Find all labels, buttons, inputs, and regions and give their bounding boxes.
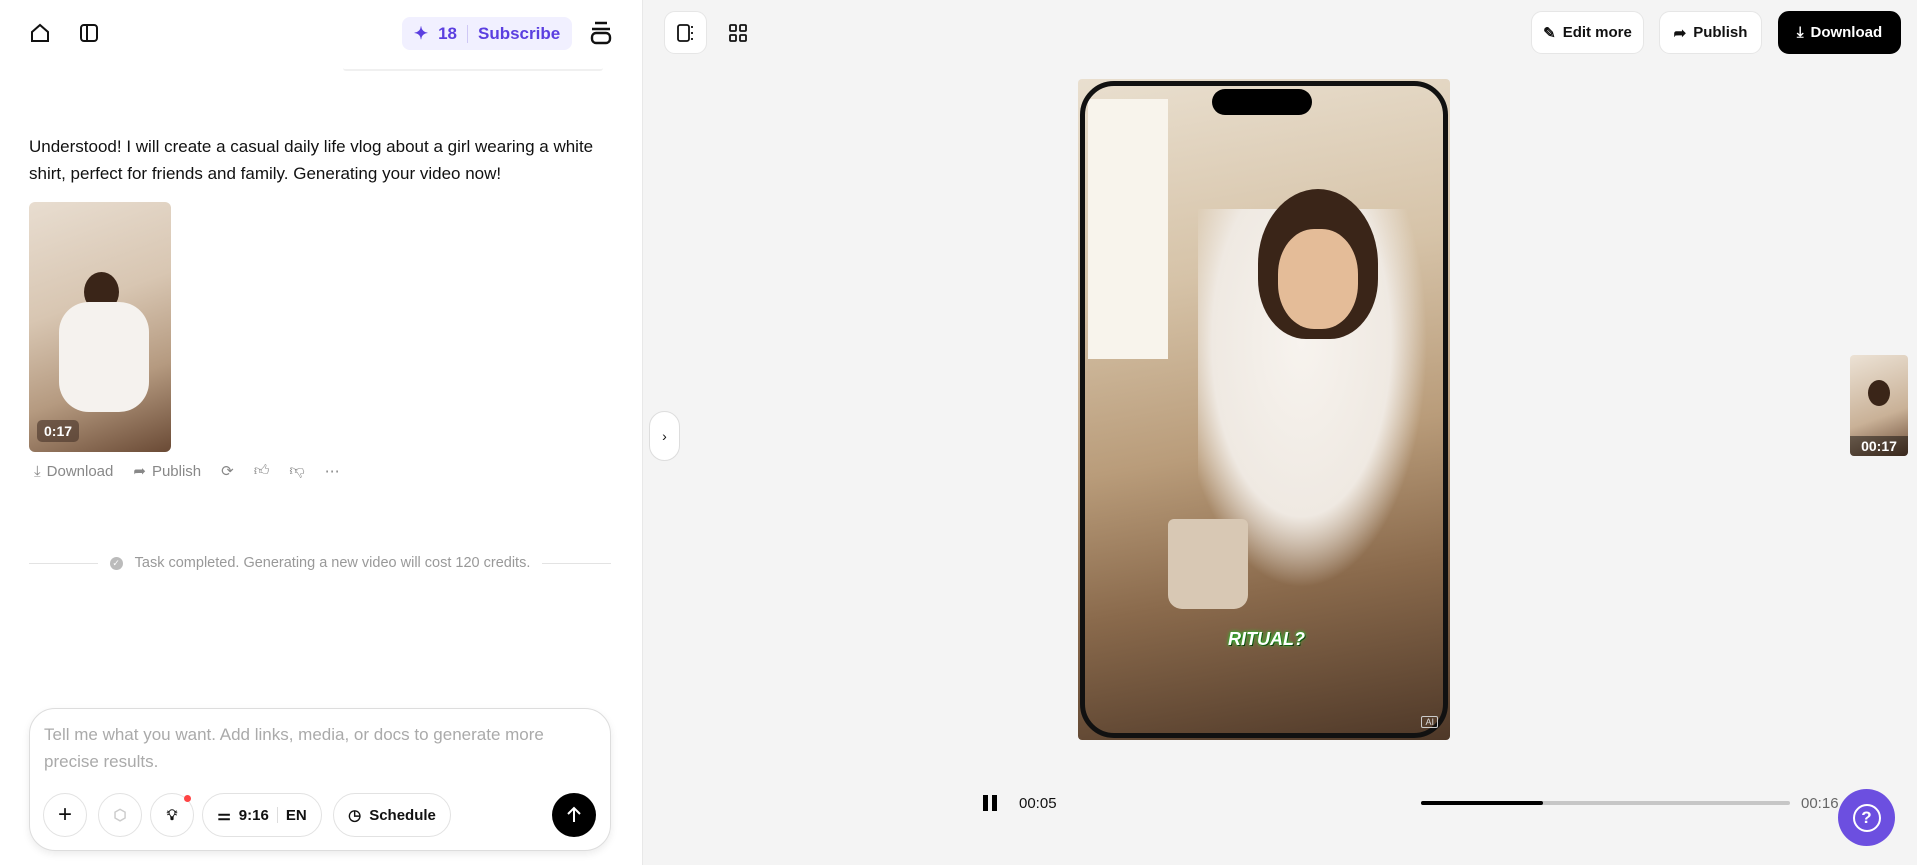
chat-panel: ✦ 18 Subscribe Understood! I will create… — [0, 0, 643, 865]
more-icon[interactable]: ⋯ — [325, 462, 340, 480]
expand-panel-button[interactable]: › — [649, 411, 680, 461]
share-icon: ➦ — [133, 463, 146, 480]
idea-button[interactable]: 💡︎ — [150, 793, 194, 837]
current-time: 00:05 — [1019, 795, 1057, 812]
share-icon: ➦ — [1673, 24, 1687, 42]
preview-panel: › ✎ Edit more ➦ Publish ⤓ Download RITUAL? … — [643, 0, 1917, 865]
download-button[interactable]: ⤓ Download — [1778, 11, 1901, 54]
video-actions: ⤓ Download ➦ Publish ⟳ 👍︎ 👎︎ ⋯ — [34, 462, 340, 480]
layout-single-button[interactable] — [664, 11, 707, 54]
total-time: 00:16 — [1801, 795, 1839, 812]
side-thumb-duration: 00:17 — [1850, 436, 1908, 456]
download-icon: ⤓ — [34, 462, 41, 480]
edit-more-label: Edit more — [1562, 24, 1632, 41]
sidebar-toggle-icon[interactable] — [77, 21, 101, 45]
schedule-button[interactable]: ◷ Schedule — [333, 793, 451, 837]
sparkle-icon: ✦ — [413, 23, 429, 43]
divider — [29, 562, 98, 564]
layout-grid-button[interactable] — [716, 11, 759, 54]
progress-bar[interactable] — [1421, 801, 1790, 805]
publish-button[interactable]: ➦ Publish — [1659, 11, 1762, 54]
add-button[interactable]: + — [43, 793, 87, 837]
thumbs-down-icon[interactable]: 👎︎ — [289, 462, 304, 480]
pencil-icon: ✎ — [1543, 24, 1556, 42]
check-icon: ✓ — [109, 556, 123, 570]
ai-badge: AI — [1421, 716, 1438, 728]
publish-label: Publish — [1693, 24, 1748, 41]
help-icon: ? — [1852, 803, 1881, 832]
plus-icon: + — [57, 801, 72, 828]
download-label: Download — [46, 462, 114, 480]
chevron-right-icon: › — [662, 428, 667, 444]
thumb-shirt — [59, 302, 149, 412]
regenerate-icon[interactable]: ⟳ — [221, 462, 234, 480]
download-action[interactable]: ⤓ Download — [34, 463, 113, 480]
video-caption: RITUAL? — [1228, 629, 1305, 649]
prompt-input[interactable] — [44, 721, 594, 781]
stack-menu-icon[interactable] — [589, 20, 613, 46]
download-label: Download — [1810, 24, 1883, 41]
panel-icon — [676, 23, 693, 42]
help-button[interactable]: ? — [1838, 789, 1895, 846]
send-button[interactable] — [552, 793, 596, 837]
settings-button[interactable]: ⚌ 9:16 EN — [202, 793, 322, 837]
player-controls: 00:05 00:16 🔊︎ — [983, 789, 1880, 817]
cube-icon: ⬡ — [113, 807, 127, 824]
progress-fill — [1421, 801, 1543, 805]
cube-button[interactable]: ⬡ — [98, 793, 142, 837]
task-status: ✓ Task completed. Generating a new video… — [29, 555, 612, 571]
schedule-label: Schedule — [369, 806, 436, 824]
edit-more-button[interactable]: ✎ Edit more — [1531, 11, 1644, 54]
divider — [276, 807, 278, 823]
composer: + ⬡ 💡︎ ⚌ 9:16 EN ◷ Schedule — [29, 708, 611, 851]
video-duration: 0:17 — [37, 420, 80, 442]
status-text: Task completed. Generating a new video w… — [134, 555, 531, 571]
notification-dot — [184, 795, 191, 802]
dynamic-island — [1212, 89, 1312, 115]
sliders-icon: ⚌ — [217, 807, 231, 824]
video-thumbnail[interactable]: 0:17 — [29, 202, 171, 452]
home-icon[interactable] — [28, 21, 52, 45]
publish-label: Publish — [151, 462, 202, 480]
download-icon: ⤓ — [1796, 24, 1804, 41]
video-player[interactable]: RITUAL? AI — [1078, 79, 1450, 740]
divider — [542, 562, 612, 564]
arrow-up-icon — [567, 806, 581, 822]
side-video-thumbnail[interactable]: 00:17 — [1850, 355, 1908, 456]
subscribe-button[interactable]: Subscribe — [478, 24, 560, 44]
thumbs-up-icon[interactable]: 👍︎ — [254, 462, 270, 480]
thumb-figure — [1868, 380, 1890, 406]
assistant-message: Understood! I will create a casual daily… — [29, 137, 594, 183]
lightbulb-icon: 💡︎ — [166, 806, 178, 824]
clock-icon: ◷ — [348, 807, 362, 824]
credits-count: 18 — [438, 23, 457, 43]
credits-subscribe-pill[interactable]: ✦ 18 Subscribe — [402, 17, 572, 50]
publish-action[interactable]: ➦ Publish — [133, 462, 202, 481]
pause-icon[interactable] — [983, 795, 997, 811]
grid-icon — [728, 23, 747, 42]
divider — [466, 24, 468, 43]
previous-message-edge — [343, 68, 603, 71]
language: EN — [285, 806, 307, 824]
aspect-ratio: 9:16 — [238, 806, 269, 824]
